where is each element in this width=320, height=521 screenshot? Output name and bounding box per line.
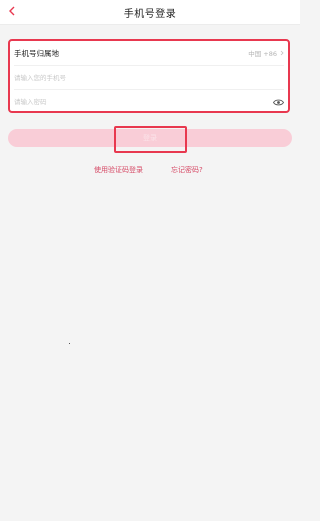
top-bar: 手机号登录 <box>0 0 300 25</box>
phone-input[interactable] <box>14 74 284 82</box>
region-code: 中国 +86 <box>248 50 277 58</box>
region-value: 中国 +86 <box>248 48 284 58</box>
eye-icon <box>272 99 284 105</box>
region-selector[interactable]: 手机号归属地 中国 +86 <box>14 41 284 65</box>
page-title: 手机号登录 <box>123 9 177 20</box>
forgot-password-link[interactable]: 忘记密码? <box>171 165 203 175</box>
chevron-right-icon <box>280 50 284 56</box>
region-label: 手机号归属地 <box>14 48 59 58</box>
show-password-toggle[interactable] <box>272 97 284 107</box>
login-form: 手机号归属地 中国 +86 <box>8 39 290 113</box>
password-input[interactable] <box>14 98 244 106</box>
stray-dot <box>69 343 70 344</box>
phone-row <box>14 65 284 90</box>
password-row <box>14 89 284 114</box>
code-login-link[interactable]: 使用验证码登录 <box>94 165 143 175</box>
annotation-highlight-box <box>114 126 187 153</box>
